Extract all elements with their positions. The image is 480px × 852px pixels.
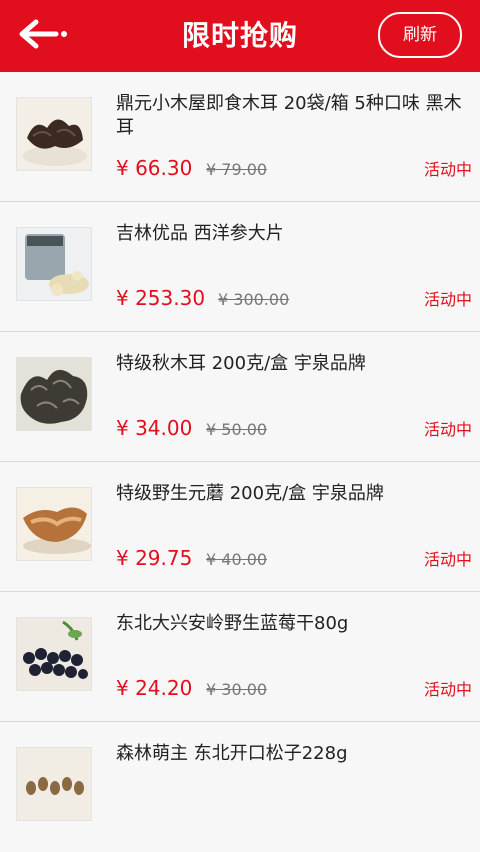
sale-price: ¥ 24.20 <box>116 676 193 700</box>
status-badge: 活动中 <box>423 550 472 569</box>
original-price: ¥ 30.00 <box>206 680 268 699</box>
product-item[interactable]: 特级秋木耳 200克/盒 宇泉品牌 ¥ 34.00 ¥ 50.00 活动中 <box>0 332 480 462</box>
product-name: 特级野生元蘑 200克/盒 宇泉品牌 <box>116 483 384 504</box>
product-name: 东北大兴安岭野生蓝莓干80g <box>116 613 349 634</box>
product-thumbnail-black-fungus <box>16 97 92 171</box>
product-item[interactable]: 鼎元小木屋即食木耳 20袋/箱 5种口味 黑木耳 ¥ 66.30 ¥ 79.00… <box>0 72 480 202</box>
product-item[interactable]: 东北大兴安岭野生蓝莓干80g ¥ 24.20 ¥ 30.00 活动中 <box>0 592 480 722</box>
product-list: 鼎元小木屋即食木耳 20袋/箱 5种口味 黑木耳 ¥ 66.30 ¥ 79.00… <box>0 72 480 852</box>
status-badge: 活动中 <box>423 160 472 179</box>
status-badge: 活动中 <box>423 420 472 439</box>
original-price: ¥ 79.00 <box>206 160 268 179</box>
product-name: 吉林优品 西洋参大片 <box>116 223 284 244</box>
product-thumbnail-autumn-fungus <box>16 357 92 431</box>
sale-price: ¥ 29.75 <box>116 546 193 570</box>
sale-price: ¥ 66.30 <box>116 156 193 180</box>
product-name: 特级秋木耳 200克/盒 宇泉品牌 <box>116 353 366 374</box>
original-price: ¥ 40.00 <box>206 550 268 569</box>
product-name: 鼎元小木屋即食木耳 20袋/箱 5种口味 黑木耳 <box>116 93 462 138</box>
sale-price: ¥ 34.00 <box>116 416 193 440</box>
product-thumbnail-pine-nuts <box>16 747 92 821</box>
original-price: ¥ 50.00 <box>206 420 268 439</box>
product-thumbnail-dried-blueberries <box>16 617 92 691</box>
product-name: 森林萌主 东北开口松子228g <box>116 743 348 764</box>
product-item[interactable]: 特级野生元蘑 200克/盒 宇泉品牌 ¥ 29.75 ¥ 40.00 活动中 <box>0 462 480 592</box>
status-badge: 活动中 <box>423 680 472 699</box>
sale-price: ¥ 253.30 <box>116 286 206 310</box>
top-bar: 限时抢购 刷新 <box>0 0 480 72</box>
original-price: ¥ 300.00 <box>218 290 290 309</box>
product-item[interactable]: 吉林优品 西洋参大片 ¥ 253.30 ¥ 300.00 活动中 <box>0 202 480 332</box>
product-thumbnail-ginseng <box>16 227 92 301</box>
product-item[interactable]: 森林萌主 东北开口松子228g <box>0 722 480 852</box>
product-thumbnail-dried-mushroom <box>16 487 92 561</box>
refresh-button[interactable]: 刷新 <box>378 12 462 58</box>
status-badge: 活动中 <box>423 290 472 309</box>
